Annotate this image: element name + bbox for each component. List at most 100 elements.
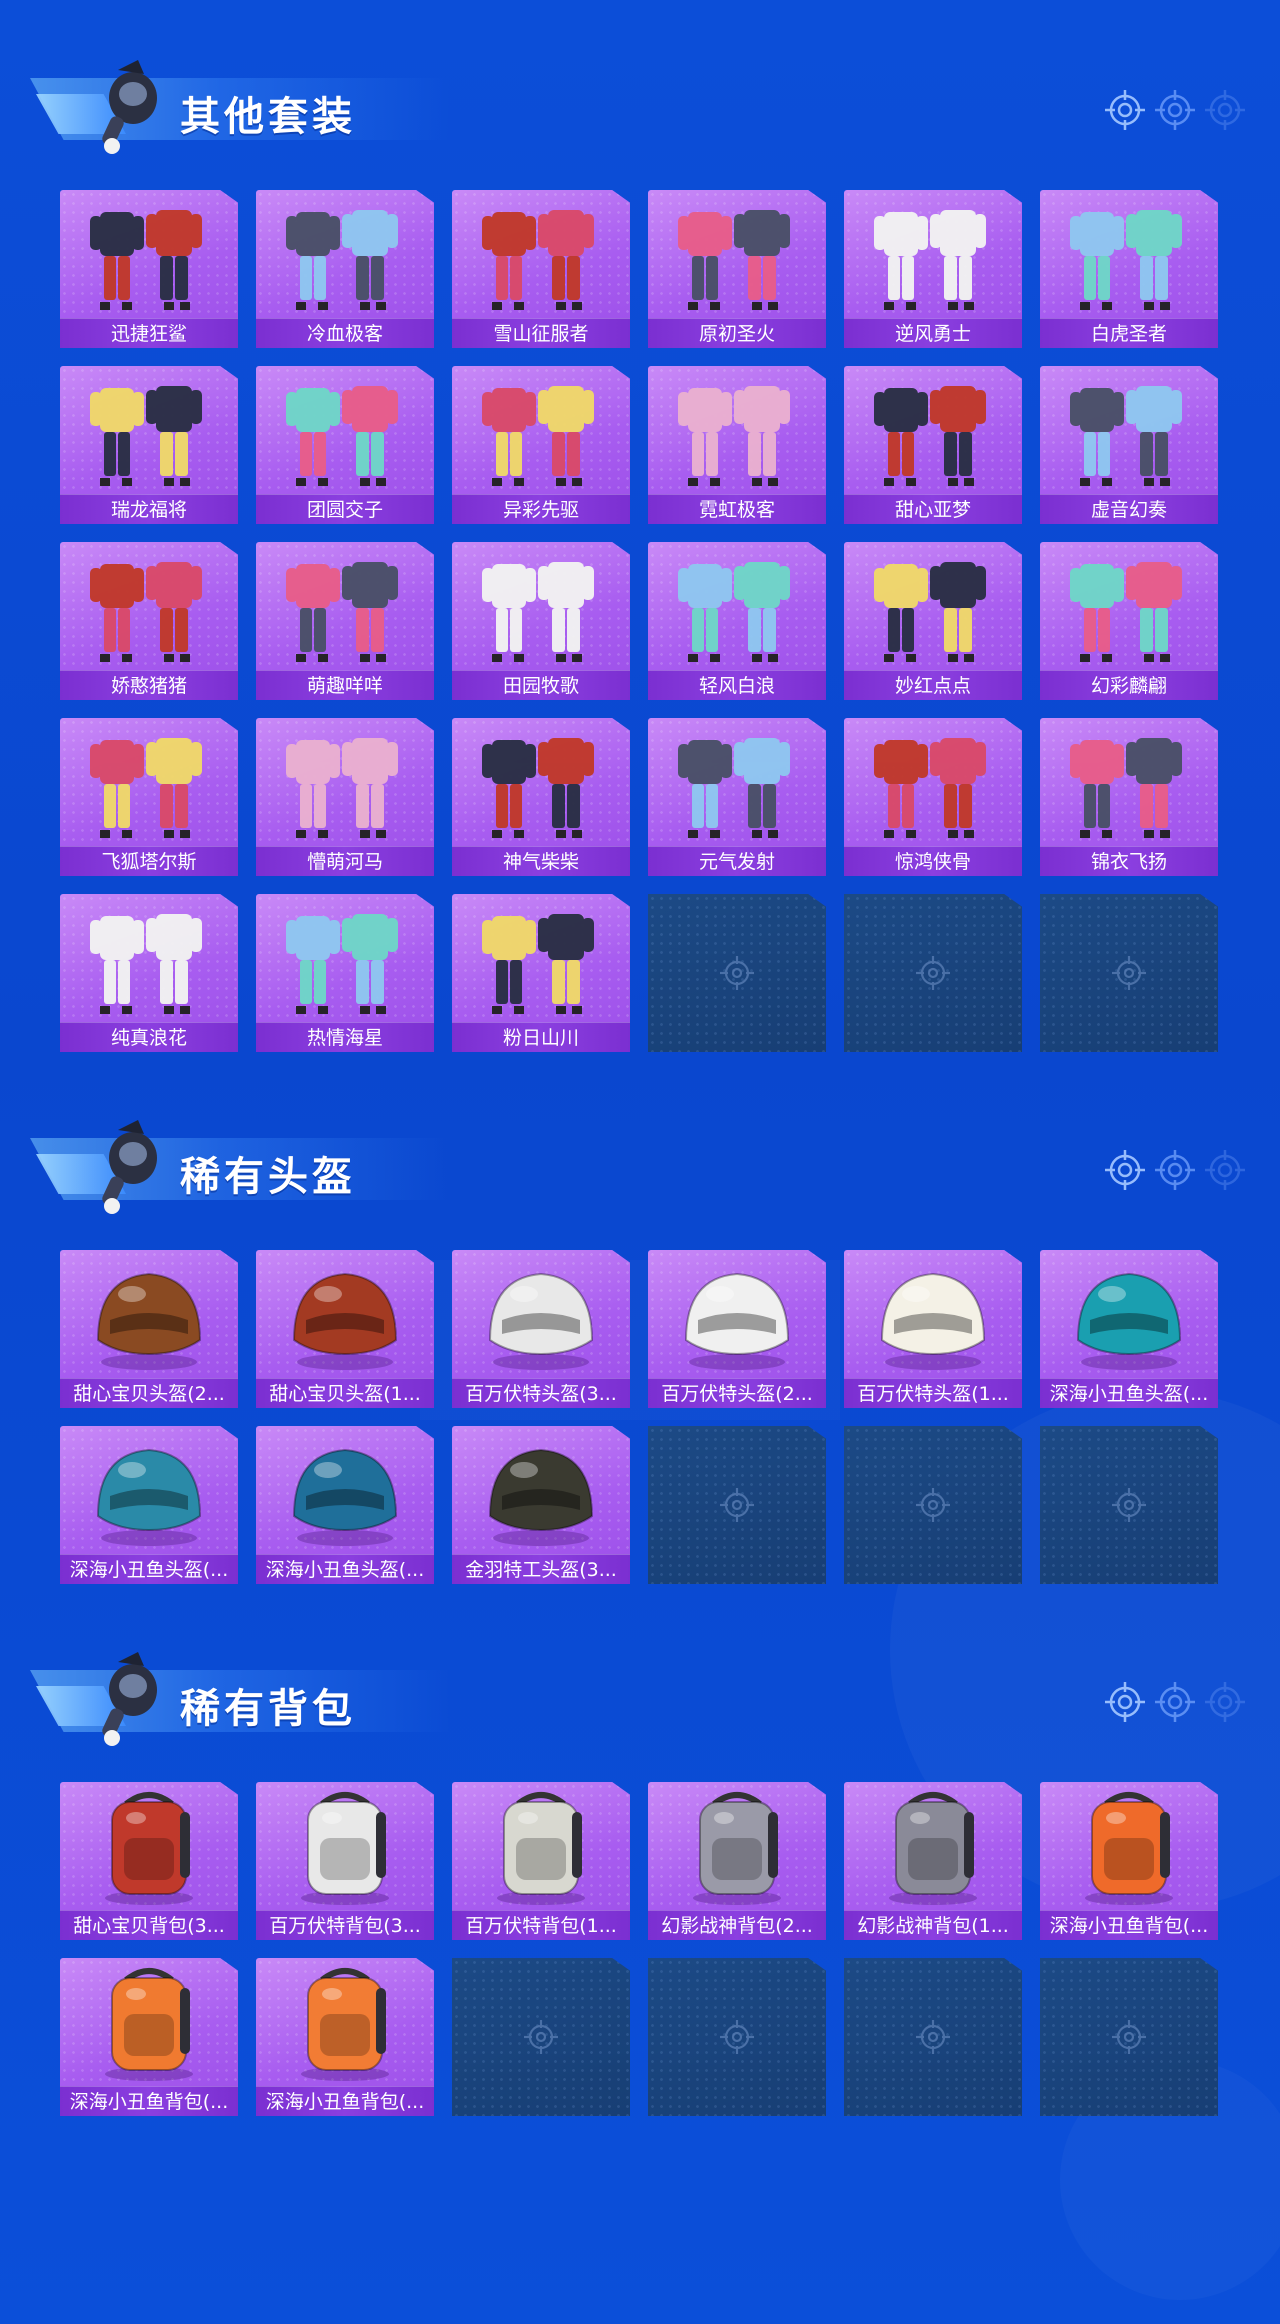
empty-slot bbox=[452, 1958, 630, 2116]
item-card[interactable]: 甜心宝贝头盔(1... bbox=[256, 1250, 434, 1408]
item-label: 百万伏特头盔(2... bbox=[648, 1378, 826, 1408]
empty-slot-bg bbox=[844, 1426, 1022, 1584]
empty-slot-target-icon bbox=[1112, 956, 1146, 990]
outfit-icon bbox=[286, 210, 398, 310]
item-card[interactable]: 萌趣咩咩 bbox=[256, 542, 434, 700]
item-card[interactable]: 田园牧歌 bbox=[452, 542, 630, 700]
item-card[interactable]: 幻彩麟翩 bbox=[1040, 542, 1218, 700]
item-label: 甜心亚梦 bbox=[844, 494, 1022, 524]
item-card[interactable]: 元气发射 bbox=[648, 718, 826, 876]
item-label: 雪山征服者 bbox=[452, 318, 630, 348]
item-label: 霓虹极客 bbox=[648, 494, 826, 524]
item-card[interactable]: 甜心宝贝背包(3... bbox=[60, 1782, 238, 1940]
item-label: 娇憨猪猪 bbox=[60, 670, 238, 700]
item-label: 神气柴柴 bbox=[452, 846, 630, 876]
outfit-icon bbox=[286, 738, 398, 838]
item-card[interactable]: 瑞龙福将 bbox=[60, 366, 238, 524]
item-label: 冷血极客 bbox=[256, 318, 434, 348]
empty-slot-bg bbox=[648, 1426, 826, 1584]
item-label: 深海小丑鱼背包(... bbox=[1040, 1910, 1218, 1940]
helmet-icon bbox=[96, 1448, 202, 1546]
outfit-icon bbox=[90, 914, 202, 1014]
item-card[interactable]: 锦衣飞扬 bbox=[1040, 718, 1218, 876]
mascot-icon bbox=[102, 60, 157, 154]
outfit-icon bbox=[482, 914, 594, 1014]
item-label: 虚音幻奏 bbox=[1040, 494, 1218, 524]
item-label: 元气发射 bbox=[648, 846, 826, 876]
item-card[interactable]: 惊鸿侠骨 bbox=[844, 718, 1022, 876]
empty-slot-target-icon bbox=[524, 2020, 558, 2054]
item-label: 深海小丑鱼头盔(... bbox=[60, 1554, 238, 1584]
item-card[interactable]: 异彩先驱 bbox=[452, 366, 630, 524]
item-label: 白虎圣者 bbox=[1040, 318, 1218, 348]
item-card[interactable]: 虚音幻奏 bbox=[1040, 366, 1218, 524]
item-card[interactable]: 迅捷狂鲨 bbox=[60, 190, 238, 348]
item-card[interactable]: 幻影战神背包(1... bbox=[844, 1782, 1022, 1940]
item-card[interactable]: 深海小丑鱼背包(... bbox=[1040, 1782, 1218, 1940]
item-card[interactable]: 白虎圣者 bbox=[1040, 190, 1218, 348]
item-card[interactable]: 幻影战神背包(2... bbox=[648, 1782, 826, 1940]
item-card[interactable]: 轻风白浪 bbox=[648, 542, 826, 700]
empty-slot-bg bbox=[648, 894, 826, 1052]
item-card[interactable]: 神气柴柴 bbox=[452, 718, 630, 876]
helmet-icon bbox=[488, 1272, 594, 1370]
section-title: 稀有背包 bbox=[180, 1686, 356, 1732]
item-card[interactable]: 逆风勇士 bbox=[844, 190, 1022, 348]
backpack-icon bbox=[497, 1792, 585, 1905]
outfit-icon bbox=[874, 738, 986, 838]
item-label: 深海小丑鱼头盔(... bbox=[1040, 1378, 1218, 1408]
item-label: 飞狐塔尔斯 bbox=[60, 846, 238, 876]
outfit-icon bbox=[482, 562, 594, 662]
item-card[interactable]: 深海小丑鱼头盔(... bbox=[60, 1426, 238, 1584]
outfit-icon bbox=[90, 562, 202, 662]
item-card[interactable]: 百万伏特头盔(2... bbox=[648, 1250, 826, 1408]
item-card[interactable]: 冷血极客 bbox=[256, 190, 434, 348]
item-card[interactable]: 雪山征服者 bbox=[452, 190, 630, 348]
item-card[interactable]: 飞狐塔尔斯 bbox=[60, 718, 238, 876]
outfit-icon bbox=[286, 386, 398, 486]
item-label: 深海小丑鱼背包(... bbox=[256, 2086, 434, 2116]
item-card[interactable]: 团圆交子 bbox=[256, 366, 434, 524]
outfit-icon bbox=[678, 562, 790, 662]
helmet-icon bbox=[96, 1272, 202, 1370]
item-card[interactable]: 甜心宝贝头盔(2... bbox=[60, 1250, 238, 1408]
item-card[interactable]: 纯真浪花 bbox=[60, 894, 238, 1052]
item-label: 百万伏特背包(1... bbox=[452, 1910, 630, 1940]
item-card[interactable]: 粉日山川 bbox=[452, 894, 630, 1052]
item-card[interactable]: 百万伏特背包(3... bbox=[256, 1782, 434, 1940]
empty-slot-target-icon bbox=[916, 2020, 950, 2054]
item-card[interactable]: 深海小丑鱼头盔(... bbox=[1040, 1250, 1218, 1408]
empty-slot-bg bbox=[1040, 894, 1218, 1052]
empty-slot-target-icon bbox=[916, 956, 950, 990]
item-card[interactable]: 娇憨猪猪 bbox=[60, 542, 238, 700]
item-card[interactable]: 百万伏特背包(1... bbox=[452, 1782, 630, 1940]
item-card[interactable]: 金羽特工头盔(3... bbox=[452, 1426, 630, 1584]
section-other-outfits: 其他套装 迅捷狂鲨 冷血极客 雪山征服者 原初圣火 逆风勇士 白虎圣者 瑞龙福将… bbox=[0, 50, 1280, 1080]
item-label: 百万伏特头盔(3... bbox=[452, 1378, 630, 1408]
item-card[interactable]: 妙红点点 bbox=[844, 542, 1022, 700]
item-label: 金羽特工头盔(3... bbox=[452, 1554, 630, 1584]
item-card[interactable]: 原初圣火 bbox=[648, 190, 826, 348]
item-label: 幻影战神背包(1... bbox=[844, 1910, 1022, 1940]
empty-slot bbox=[648, 1958, 826, 2116]
outfit-icon bbox=[1070, 386, 1182, 486]
item-label: 热情海星 bbox=[256, 1022, 434, 1052]
item-card[interactable]: 甜心亚梦 bbox=[844, 366, 1022, 524]
outfit-icon bbox=[678, 210, 790, 310]
item-card[interactable]: 懵萌河马 bbox=[256, 718, 434, 876]
item-label: 锦衣飞扬 bbox=[1040, 846, 1218, 876]
item-card[interactable]: 深海小丑鱼背包(... bbox=[256, 1958, 434, 2116]
empty-slot-target-icon bbox=[1112, 2020, 1146, 2054]
item-card[interactable]: 霓虹极客 bbox=[648, 366, 826, 524]
item-label: 逆风勇士 bbox=[844, 318, 1022, 348]
item-label: 百万伏特头盔(1... bbox=[844, 1378, 1022, 1408]
backpack-icon bbox=[105, 1968, 193, 2081]
item-card[interactable]: 热情海星 bbox=[256, 894, 434, 1052]
outfit-icon bbox=[678, 738, 790, 838]
item-card[interactable]: 百万伏特头盔(1... bbox=[844, 1250, 1022, 1408]
outfit-icon bbox=[482, 210, 594, 310]
item-card[interactable]: 深海小丑鱼头盔(... bbox=[256, 1426, 434, 1584]
item-card[interactable]: 百万伏特头盔(3... bbox=[452, 1250, 630, 1408]
item-card[interactable]: 深海小丑鱼背包(... bbox=[60, 1958, 238, 2116]
target-icons bbox=[1105, 90, 1245, 130]
